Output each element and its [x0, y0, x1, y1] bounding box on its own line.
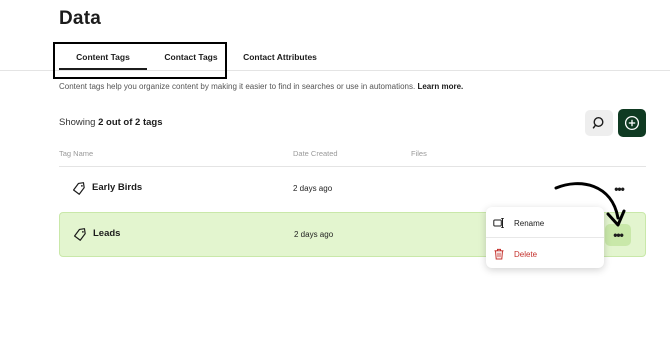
tag-date-created: 2 days ago — [294, 230, 334, 239]
column-header-tag-name[interactable]: Tag Name — [59, 149, 93, 158]
results-prefix: Showing — [59, 117, 96, 128]
trash-icon — [493, 248, 505, 260]
learn-more-link[interactable]: Learn more. — [417, 82, 463, 91]
tag-icon — [72, 182, 85, 195]
helper-text: Content tags help you organize content b… — [59, 82, 463, 91]
tag-name: Early Birds — [92, 182, 143, 193]
plus-circle-icon — [624, 115, 640, 131]
rename-icon — [493, 217, 505, 229]
annotation-arrow-icon — [554, 182, 626, 227]
results-count: 2 out of 2 tags — [98, 117, 163, 128]
helper-description: Content tags help you organize content b… — [59, 82, 416, 91]
column-header-files[interactable]: Files — [411, 149, 427, 158]
search-button[interactable] — [585, 110, 613, 136]
page-title: Data — [59, 8, 101, 29]
search-icon — [592, 116, 604, 129]
tag-date-created: 2 days ago — [293, 184, 333, 193]
delete-label: Delete — [514, 249, 538, 259]
results-summary: Showing 2 out of 2 tags — [59, 117, 163, 128]
column-header-date-created[interactable]: Date Created — [293, 149, 338, 158]
annotation-highlight-box — [53, 42, 227, 79]
tag-icon — [73, 228, 86, 241]
rename-label: Rename — [514, 218, 545, 228]
tag-name: Leads — [93, 228, 121, 239]
menu-divider — [486, 237, 604, 238]
delete-menu-item[interactable]: Delete — [486, 240, 604, 268]
add-tag-button[interactable] — [618, 109, 646, 137]
tab-contact-attributes[interactable]: Contact Attributes — [236, 42, 324, 71]
